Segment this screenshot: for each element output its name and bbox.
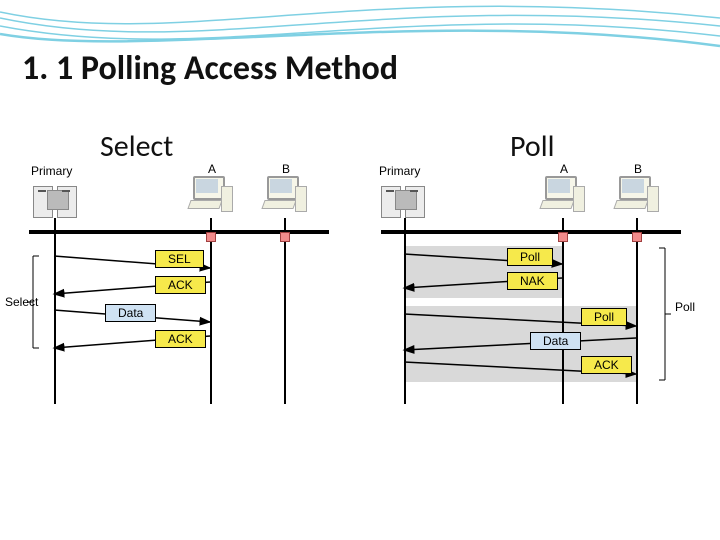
msg-tag: NAK — [507, 272, 558, 290]
arrows-right — [25, 170, 720, 430]
slide-title: 1. 1 Polling Access Method — [22, 48, 398, 89]
msg-tag: ACK — [581, 356, 632, 374]
msg-tag: Poll — [507, 248, 553, 266]
subheading-select: Select — [100, 128, 173, 165]
msg-tag: Poll — [581, 308, 627, 326]
subheading-poll: Poll — [510, 128, 555, 165]
msg-tag: Data — [530, 332, 581, 350]
diagram-area: Primary A B Select — [25, 170, 715, 450]
